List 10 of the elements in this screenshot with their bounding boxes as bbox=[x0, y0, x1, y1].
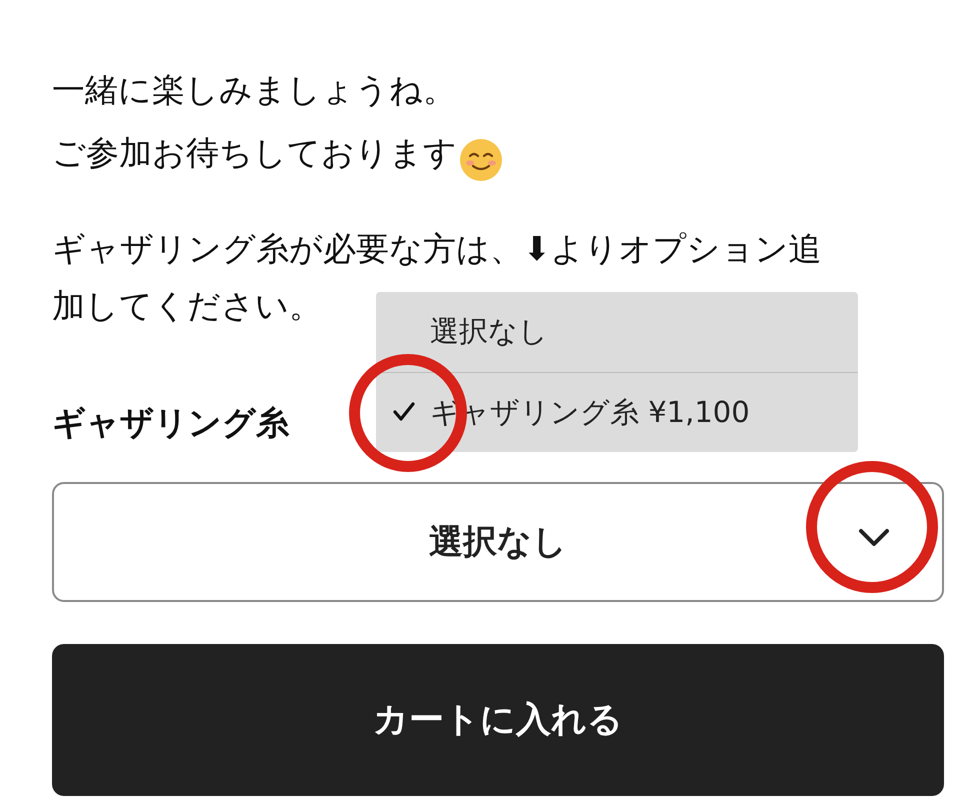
option-label: ギャザリング糸 bbox=[52, 402, 289, 444]
checkmark-icon bbox=[392, 401, 416, 423]
notice-text: 加してください。 bbox=[52, 286, 322, 325]
message-line: ご参加お待ちしております bbox=[52, 132, 457, 174]
message-line: 一緒に楽しみましょうね。 bbox=[52, 69, 456, 111]
option-select[interactable]: 選択なし bbox=[52, 482, 944, 602]
dropdown-option[interactable]: 選択なし bbox=[376, 292, 858, 372]
notice-text: ギャザリング糸が必要な方は、⬇よりオプション追 bbox=[52, 229, 822, 268]
add-to-cart-button[interactable]: カートに入れる bbox=[52, 644, 944, 796]
chevron-down-icon bbox=[858, 528, 890, 548]
